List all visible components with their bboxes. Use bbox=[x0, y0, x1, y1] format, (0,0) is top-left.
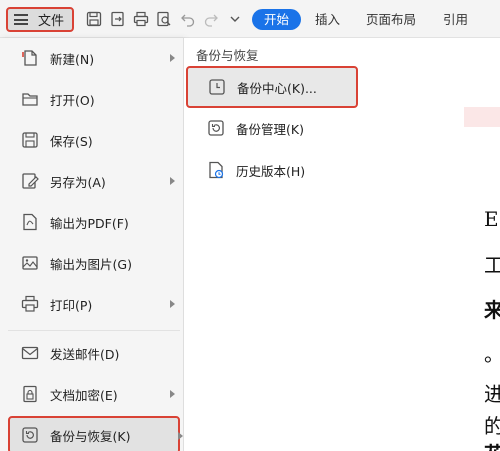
menu-item-label: 发送邮件(D) bbox=[50, 346, 120, 362]
print-preview-icon[interactable] bbox=[156, 11, 172, 27]
submenu-item-backup-manage[interactable]: 备份管理(K) bbox=[184, 110, 464, 146]
document-text-4: 。 bbox=[484, 338, 500, 367]
printer-icon bbox=[21, 295, 39, 313]
hamburger-icon bbox=[14, 14, 28, 25]
tab-page-layout[interactable]: 页面布局 bbox=[366, 9, 416, 30]
menu-item-export-pdf[interactable]: 输出为PDF(F) bbox=[8, 204, 180, 240]
chevron-right-icon bbox=[170, 300, 175, 308]
file-menu: 新建(N) 打开(O) 保存(S) 另存为(A) 输出为PDF(F) 输出为图片… bbox=[0, 38, 184, 451]
menu-item-label: 打开(O) bbox=[50, 92, 95, 108]
image-export-icon bbox=[21, 254, 39, 272]
file-menu-label: 文件 bbox=[38, 14, 65, 29]
submenu-title: 备份与恢复 bbox=[196, 48, 259, 63]
submenu-item-label: 备份管理(K) bbox=[236, 121, 304, 137]
save-icon bbox=[21, 131, 39, 149]
menu-item-encrypt[interactable]: 文档加密(E) bbox=[8, 376, 180, 412]
menu-item-save[interactable]: 保存(S) bbox=[8, 122, 180, 158]
submenu-item-label: 备份中心(K)... bbox=[237, 80, 317, 96]
menu-item-label: 保存(S) bbox=[50, 133, 93, 149]
chevron-right-icon bbox=[178, 432, 183, 440]
menu-item-label: 文档加密(E) bbox=[50, 387, 118, 403]
toolbar: 文件 开始 插入 页面布局 引用 bbox=[0, 0, 500, 38]
menu-item-print[interactable]: 打印(P) bbox=[8, 286, 180, 322]
menu-item-label: 新建(N) bbox=[50, 51, 95, 67]
submenu-item-label: 历史版本(H) bbox=[236, 163, 306, 179]
menu-divider bbox=[8, 330, 180, 331]
document-text-5: 进 bbox=[484, 382, 500, 406]
undo-icon[interactable] bbox=[180, 11, 196, 27]
chevron-right-icon bbox=[170, 177, 175, 185]
export-icon[interactable] bbox=[110, 11, 126, 27]
menu-item-label: 备份与恢复(K) bbox=[50, 428, 131, 444]
lock-icon bbox=[21, 385, 39, 403]
chevron-right-icon bbox=[170, 390, 175, 398]
folder-open-icon bbox=[21, 90, 39, 108]
submenu-item-history-version[interactable]: 历史版本(H) bbox=[184, 152, 464, 188]
menu-item-label: 打印(P) bbox=[50, 297, 93, 313]
save-icon[interactable] bbox=[86, 11, 102, 27]
chevron-right-icon bbox=[170, 54, 175, 62]
menu-item-export-image[interactable]: 输出为图片(G) bbox=[8, 245, 180, 281]
tab-insert[interactable]: 插入 bbox=[315, 9, 340, 30]
quick-access-dropdown-icon[interactable] bbox=[227, 11, 243, 27]
file-menu-button[interactable]: 文件 bbox=[6, 7, 74, 32]
menu-item-backup-restore[interactable]: 备份与恢复(K) bbox=[8, 416, 183, 451]
menu-item-label: 输出为图片(G) bbox=[50, 256, 132, 272]
redo-icon[interactable] bbox=[203, 11, 219, 27]
tab-start[interactable]: 开始 bbox=[252, 9, 302, 30]
mail-icon bbox=[21, 344, 39, 362]
menu-item-label: 输出为PDF(F) bbox=[50, 215, 129, 231]
print-icon[interactable] bbox=[133, 11, 149, 27]
backup-center-icon bbox=[208, 78, 226, 96]
document-highlight bbox=[460, 107, 500, 127]
backup-manage-icon bbox=[207, 119, 225, 137]
menu-item-send-mail[interactable]: 发送邮件(D) bbox=[8, 335, 180, 371]
document-text-6: 的 bbox=[484, 414, 500, 438]
submenu-item-backup-center[interactable]: 备份中心(K)... bbox=[186, 66, 358, 108]
menu-item-save-as[interactable]: 另存为(A) bbox=[8, 163, 180, 199]
menu-item-open[interactable]: 打开(O) bbox=[8, 81, 180, 117]
menu-item-label: 另存为(A) bbox=[50, 174, 106, 190]
backup-icon bbox=[21, 426, 39, 444]
menu-item-new[interactable]: 新建(N) bbox=[8, 40, 180, 76]
backup-submenu: 备份与恢复 备份中心(K)... 备份管理(K) 历史版本(H) bbox=[184, 38, 464, 451]
pdf-export-icon bbox=[21, 213, 39, 231]
save-as-icon bbox=[21, 172, 39, 190]
document-text-3: 来 bbox=[484, 298, 500, 322]
history-version-icon bbox=[207, 161, 225, 179]
tab-references[interactable]: 引用 bbox=[443, 9, 468, 30]
document-text-7: 花 bbox=[484, 438, 500, 451]
document-text-1: E国 bbox=[484, 207, 500, 231]
new-file-icon bbox=[21, 49, 39, 67]
document-text-2: 工作 bbox=[484, 253, 500, 277]
